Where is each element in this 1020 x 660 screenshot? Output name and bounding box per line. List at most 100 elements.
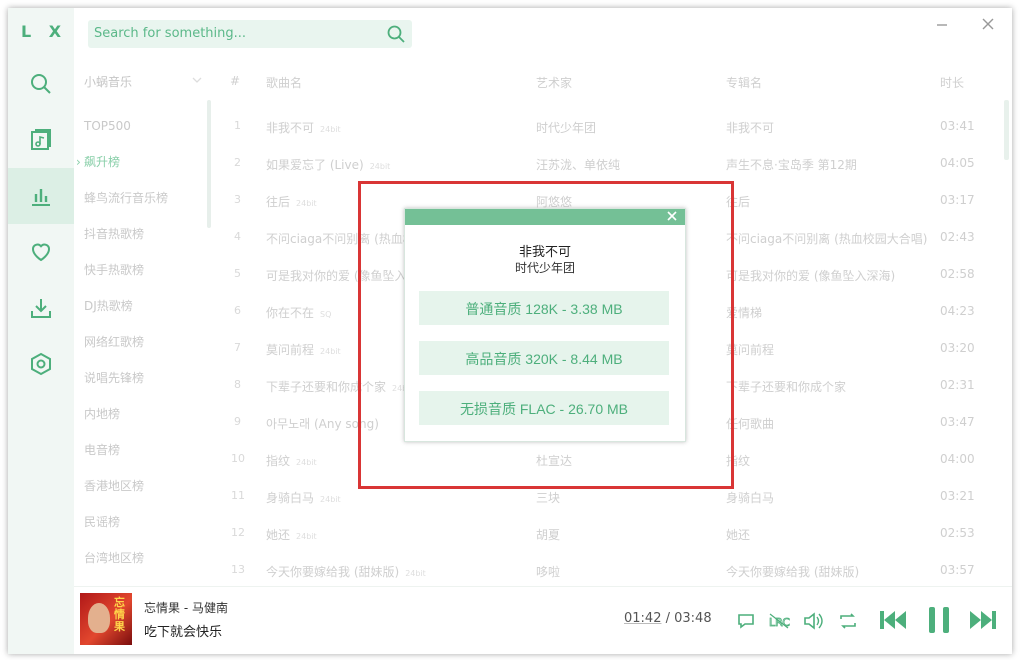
song-album: 可是我对你的爱 (像鱼坠入深海): [726, 267, 895, 284]
cover-title: 忘情果: [114, 596, 125, 633]
nav-leaderboard[interactable]: [8, 168, 74, 224]
comment-icon[interactable]: [736, 611, 756, 631]
song-name-text: 身骑白马: [266, 491, 315, 505]
song-album-text: 下辈子还要和你成个家: [726, 380, 847, 394]
song-name-text: 指纹: [266, 454, 291, 468]
nav-search[interactable]: [8, 56, 74, 112]
settings-icon: [31, 352, 51, 376]
song-duration-text: 03:47: [940, 415, 975, 429]
col-header-album[interactable]: 专辑名: [726, 74, 762, 91]
song-number: 10: [231, 452, 245, 465]
repeat-icon[interactable]: [838, 611, 858, 631]
sidebar-item-label: 抖音热歌榜: [84, 227, 145, 241]
sidebar-item[interactable]: DJ热歌榜: [84, 296, 133, 316]
song-name: 往后 24bit: [266, 193, 317, 210]
song-number: 1: [234, 119, 241, 132]
table-row[interactable]: 13 今天你要嫁给我 (甜妹版) 24bit 哆啦 今天你要嫁给我 (甜妹版) 03:57: [218, 554, 1012, 586]
song-album-text: 她还: [726, 528, 751, 542]
sidebar-item[interactable]: 说唱先锋榜: [84, 368, 144, 388]
volume-icon[interactable]: [802, 611, 824, 631]
sidebar-item-label: 内地榜: [84, 407, 121, 421]
nav-playlist[interactable]: [8, 112, 74, 168]
table-row[interactable]: 12 她还 24bit 胡夏 她还 02:53: [218, 517, 1012, 553]
close-icon[interactable]: [980, 16, 996, 32]
song-duration-text: 03:20: [940, 341, 975, 355]
sidebar-item-label: 香港地区榜: [84, 479, 145, 493]
sidebar-item-label: TOP500: [84, 119, 131, 133]
song-name-text: 你在不在: [266, 306, 315, 320]
source-selector[interactable]: 小蜗音乐: [84, 73, 132, 90]
minimize-icon[interactable]: [934, 16, 950, 32]
song-number-text: 4: [234, 230, 241, 243]
col-header-artist[interactable]: 艺术家: [536, 74, 572, 91]
quality-badge: SQ: [320, 310, 332, 319]
pause-icon[interactable]: [926, 605, 952, 635]
song-artist-text: 胡夏: [536, 528, 561, 542]
sidebar-item[interactable]: 抖音热歌榜: [84, 224, 144, 244]
search-box[interactable]: Search for something...: [88, 20, 412, 48]
song-duration: 02:43: [940, 230, 975, 244]
song-duration-text: 03:21: [940, 489, 975, 503]
table-scrollbar[interactable]: [1004, 100, 1009, 160]
quality-badge: 24bit: [296, 458, 317, 467]
song-album-text: 不问ciaga不问别离 (热血校园大合唱): [726, 232, 928, 246]
song-number-text: 9: [234, 415, 241, 428]
nav-settings[interactable]: [8, 336, 74, 392]
quality-badge: 24bit: [369, 162, 391, 171]
sidebar-item-label: 蜂鸟流行音乐榜: [84, 191, 169, 205]
table-row[interactable]: 1 非我不可 24bit 时代少年团 非我不可 03:41: [218, 110, 1012, 146]
quality-badge: 24bit: [320, 125, 341, 134]
song-album: 她还: [726, 526, 750, 543]
sidebar-item[interactable]: 电音榜: [84, 440, 120, 460]
song-artist-text: 时代少年团: [536, 121, 597, 135]
next-icon[interactable]: [968, 607, 998, 633]
song-name: 身骑白马 24bit: [266, 489, 341, 506]
col-header-name[interactable]: 歌曲名: [266, 74, 302, 91]
sidebar-item[interactable]: 台湾地区榜: [84, 548, 144, 568]
sidebar-item-label: 快手热歌榜: [84, 263, 145, 277]
quality-badge: 24bit: [296, 532, 317, 541]
sidebar-item[interactable]: › 飙升榜: [76, 152, 120, 172]
sidebar-item[interactable]: 快手热歌榜: [84, 260, 144, 280]
col-header-duration[interactable]: 时长: [940, 74, 964, 91]
sidebar-item[interactable]: 香港地区榜: [84, 476, 144, 496]
song-duration-text: 04:05: [940, 156, 975, 170]
search-input[interactable]: Search for something...: [94, 26, 246, 41]
sidebar-item-label: 网络红歌榜: [84, 335, 145, 349]
lyrics-icon[interactable]: LRC: [768, 611, 792, 631]
song-name-text: 如果爱忘了 (Live): [266, 158, 364, 172]
sidebar-item-label: 说唱先锋榜: [84, 371, 145, 385]
sidebar-item[interactable]: 民谣榜: [84, 512, 120, 532]
now-playing-title[interactable]: 忘情果 - 马健南: [144, 599, 228, 616]
chevron-right-icon: ›: [76, 155, 81, 169]
sidebar-scrollbar[interactable]: [207, 100, 211, 228]
left-nav: L X: [8, 8, 74, 654]
song-number: 12: [231, 526, 245, 539]
song-album-text: 非我不可: [726, 121, 775, 135]
app-logo: L X: [20, 22, 68, 41]
chevron-down-icon[interactable]: [192, 76, 202, 84]
song-duration-text: 03:17: [940, 193, 975, 207]
search-icon[interactable]: [386, 24, 406, 44]
bar-chart-icon: [32, 189, 50, 206]
song-number-text: 3: [234, 193, 241, 206]
sidebar-item[interactable]: TOP500: [84, 116, 131, 136]
song-duration-text: 03:41: [940, 119, 975, 133]
sidebar-item[interactable]: 内地榜: [84, 404, 120, 424]
previous-icon[interactable]: [878, 607, 908, 633]
sidebar-item[interactable]: 网络红歌榜: [84, 332, 144, 352]
table-row[interactable]: 2 如果爱忘了 (Live) 24bit 汪苏泷、单依纯 声生不息·宝岛季 第12期 04…: [218, 147, 1012, 183]
nav-download[interactable]: [8, 280, 74, 336]
sidebar-item[interactable]: 蜂鸟流行音乐榜: [84, 188, 168, 208]
time-display: 01:42 / 03:48: [624, 611, 712, 626]
song-duration: 02:31: [940, 378, 975, 392]
nav-favorites[interactable]: [8, 224, 74, 280]
song-number-text: 8: [234, 378, 241, 391]
song-name: 非我不可 24bit: [266, 119, 341, 136]
song-duration-text: 02:31: [940, 378, 975, 392]
album-cover[interactable]: 忘情果: [80, 593, 132, 645]
player-bar: 忘情果 忘情果 - 马健南 吃下就会快乐 01:42 / 03:48 LRC: [74, 586, 1012, 654]
song-artist: 哆啦: [536, 563, 560, 580]
song-album: 身骑白马: [726, 489, 774, 506]
song-duration-text: 02:53: [940, 526, 975, 540]
